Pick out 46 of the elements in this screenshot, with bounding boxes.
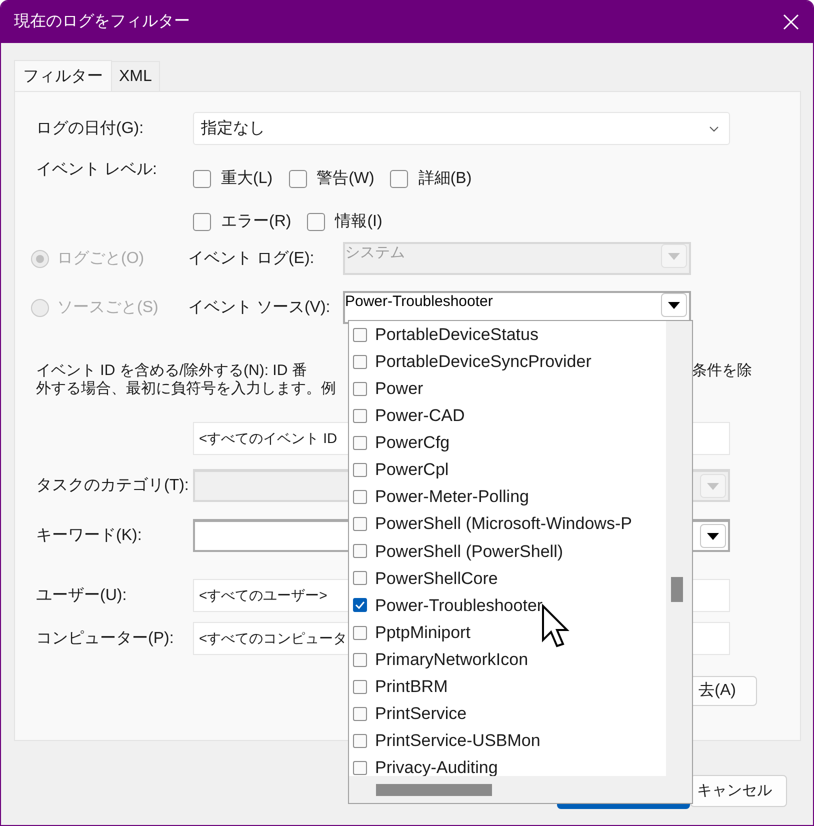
list-item-label: PowerCfg — [375, 432, 450, 454]
list-item-label: PrintService — [375, 703, 467, 726]
date-dropdown[interactable]: 指定なし — [193, 112, 730, 145]
list-item-label: Power-Meter-Polling — [375, 486, 529, 508]
dropdown-value: システム — [345, 244, 405, 263]
list-item-label: PrimaryNetworkIcon — [375, 648, 528, 671]
checkbox-label: エラー(R) — [221, 212, 292, 232]
list-item-label: Power — [375, 378, 424, 400]
list-item-label: PrintBRM — [375, 676, 448, 698]
list-item-label: PowerShell (Microsoft-Windows-P — [375, 513, 632, 536]
cancel-button[interactable]: キャンセル — [690, 775, 787, 807]
field-label: キーワード(K): — [36, 526, 143, 546]
field-label: ログの日付(G): — [36, 118, 145, 138]
input-value: <すべてのイベント ID — [199, 429, 338, 448]
list-item-label: PortableDeviceSyncProvider — [375, 350, 592, 373]
list-item-label: PowerShell (PowerShell) — [375, 540, 564, 563]
field-label: タスクのカテゴリ(T): — [36, 476, 190, 496]
radio-label: ソースごと(S) — [57, 298, 158, 318]
description-text: イベント ID を含める/除外する(N): ID 番 — [36, 362, 308, 380]
checkbox-label: 重大(L) — [221, 168, 273, 189]
input-value: <すべてのコンピュータ — [199, 629, 348, 648]
input-value: <すべてのユーザー> — [199, 586, 328, 605]
list-item-label: Power-CAD — [375, 405, 465, 428]
dropdown-value: 指定なし — [201, 118, 265, 138]
list-item-label: PowerShellCore — [375, 568, 498, 590]
checkbox-label: 情報(I) — [335, 212, 382, 232]
field-label: イベント ソース(V): — [188, 298, 332, 318]
description-text: 条件を除 — [692, 362, 752, 380]
list-item-label: PrintService-USBMon — [375, 730, 540, 752]
radio-label: ログごと(O) — [57, 248, 144, 268]
tab[interactable]: フィルター — [14, 60, 112, 92]
field-label: イベント ログ(E): — [188, 248, 316, 268]
tab[interactable]: XML — [112, 61, 160, 91]
field-label: コンピューター(P): — [36, 628, 175, 648]
dropdown-value: Power-Troubleshooter — [345, 293, 493, 312]
list-item-label: Privacy-Auditing — [375, 757, 498, 780]
checkbox-label: 詳細(B) — [418, 169, 472, 189]
checkbox-label: 警告(W) — [316, 168, 374, 189]
description-text: 外する場合、最初に負符号を入力します。例 — [36, 380, 337, 398]
list-item-label: Power-Troubleshooter — [375, 594, 543, 617]
field-label: ユーザー(U): — [36, 586, 128, 606]
list-item-label: PortableDeviceStatus — [375, 324, 538, 346]
list-item-label: PowerCpl — [375, 459, 449, 482]
field-label: イベント レベル: — [36, 160, 158, 180]
list-item-label: PptpMiniport — [375, 622, 470, 644]
window-title: 現在のログをフィルター — [14, 12, 190, 32]
